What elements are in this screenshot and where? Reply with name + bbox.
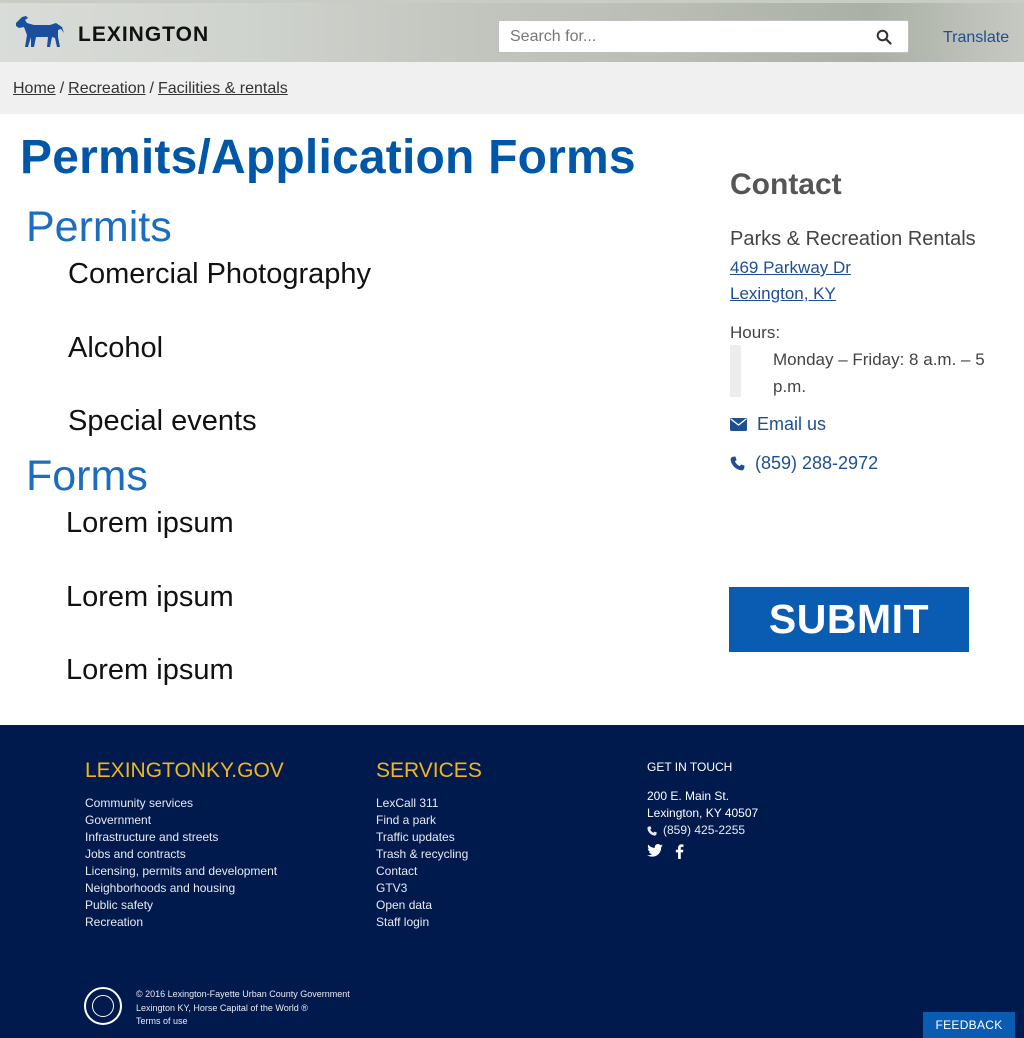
site-logo[interactable]: LEXINGTON [12, 13, 209, 53]
site-header: LEXINGTON Translate [0, 0, 1024, 62]
facebook-icon[interactable] [675, 844, 684, 859]
hours-text: Monday – Friday: 8 a.m. – 5 p.m. [773, 350, 985, 396]
contact-address-line2[interactable]: Lexington, KY [730, 284, 836, 304]
footer-link[interactable]: Community services [85, 795, 284, 812]
footer-link[interactable]: Trash & recycling [376, 846, 482, 863]
feedback-button[interactable]: FEEDBACK [923, 1012, 1015, 1038]
envelope-icon [730, 418, 747, 431]
search-icon[interactable] [876, 29, 892, 45]
hours-label: Hours: [730, 323, 781, 342]
footer-link[interactable]: Staff login [376, 914, 482, 931]
terms-link[interactable]: Terms of use [136, 1015, 350, 1029]
footer-link[interactable]: Licensing, permits and development [85, 863, 284, 880]
email-link-label: Email us [757, 414, 827, 434]
phone-icon [730, 456, 745, 471]
social-links [647, 844, 758, 859]
contact-heading: Contact [730, 168, 842, 201]
footer-col-get-in-touch: GET IN TOUCH 200 E. Main St. Lexington, … [647, 759, 758, 859]
site-logo-text: LEXINGTON [78, 23, 210, 46]
form-item[interactable]: Lorem ipsum [66, 654, 234, 687]
twitter-icon[interactable] [647, 844, 663, 857]
translate-link[interactable]: Translate [943, 29, 1009, 47]
footer-phone-label: (859) 425-2255 [663, 823, 746, 837]
contact-address-line1[interactable]: 469 Parkway Dr [730, 258, 851, 278]
footer-link[interactable]: Traffic updates [376, 829, 482, 846]
permit-item-special-events[interactable]: Special events [68, 405, 257, 438]
city-seal-icon [84, 987, 122, 1025]
search-box [498, 20, 909, 53]
permits-heading: Permits [26, 203, 172, 251]
footer-link[interactable]: Public safety [85, 897, 284, 914]
phone-link-label: (859) 288-2972 [755, 453, 879, 473]
footer-link[interactable]: Jobs and contracts [85, 846, 284, 863]
footer-heading-services: SERVICES [376, 759, 482, 782]
footer-col-services: SERVICES LexCall 311 Find a park Traffic… [376, 759, 482, 931]
form-item[interactable]: Lorem ipsum [66, 581, 234, 614]
breadcrumb-recreation[interactable]: Recreation [68, 80, 145, 97]
contact-organization: Parks & Recreation Rentals [730, 228, 976, 250]
footer-phone[interactable]: (859) 425-2255 [647, 822, 758, 839]
breadcrumb-home[interactable]: Home [13, 80, 56, 97]
registered-mark: ® [301, 1002, 308, 1013]
breadcrumb: Home / Recreation / Facilities & rentals [0, 62, 1024, 114]
site-footer: LEXINGTONKY.GOV Community services Gover… [0, 725, 1024, 1038]
phone-link[interactable]: (859) 288-2972 [730, 453, 878, 474]
search-input[interactable] [510, 27, 860, 47]
footer-link[interactable]: Contact [376, 863, 482, 880]
email-link[interactable]: Email us [730, 414, 826, 435]
footer-heading-lexingtonky: LEXINGTONKY.GOV [85, 759, 284, 782]
footer-link[interactable]: GTV3 [376, 880, 482, 897]
footer-address-line1: 200 E. Main St. [647, 789, 730, 803]
horse-logo-icon [16, 16, 64, 47]
footer-address-line2: Lexington, KY 40507 [647, 806, 759, 820]
copyright-line1: © 2016 Lexington-Fayette Urban County Go… [136, 989, 350, 999]
copyright-line2: Lexington KY, Horse Capital of the World [136, 1002, 299, 1013]
footer-col-lexingtonky: LEXINGTONKY.GOV Community services Gover… [85, 759, 284, 931]
footer-link[interactable]: Open data [376, 897, 482, 914]
footer-heading-get-in-touch: GET IN TOUCH [647, 760, 733, 774]
phone-icon [647, 825, 657, 836]
page-title: Permits/Application Forms [20, 131, 636, 184]
permit-item-commercial-photography[interactable]: Comercial Photography [68, 258, 371, 291]
breadcrumb-facilities-rentals[interactable]: Facilities & rentals [158, 80, 288, 97]
permit-item-alcohol[interactable]: Alcohol [68, 332, 163, 365]
form-item[interactable]: Lorem ipsum [66, 507, 234, 540]
copyright-block: © 2016 Lexington-Fayette Urban County Go… [136, 988, 350, 1029]
footer-link[interactable]: Recreation [85, 914, 284, 931]
footer-link[interactable]: Infrastructure and streets [85, 829, 284, 846]
footer-link[interactable]: Neighborhoods and housing [85, 880, 284, 897]
forms-heading: Forms [26, 452, 148, 500]
footer-link[interactable]: Find a park [376, 812, 482, 829]
footer-link[interactable]: Government [85, 812, 284, 829]
submit-button[interactable]: SUBMIT [729, 587, 969, 652]
footer-link[interactable]: LexCall 311 [376, 795, 482, 812]
